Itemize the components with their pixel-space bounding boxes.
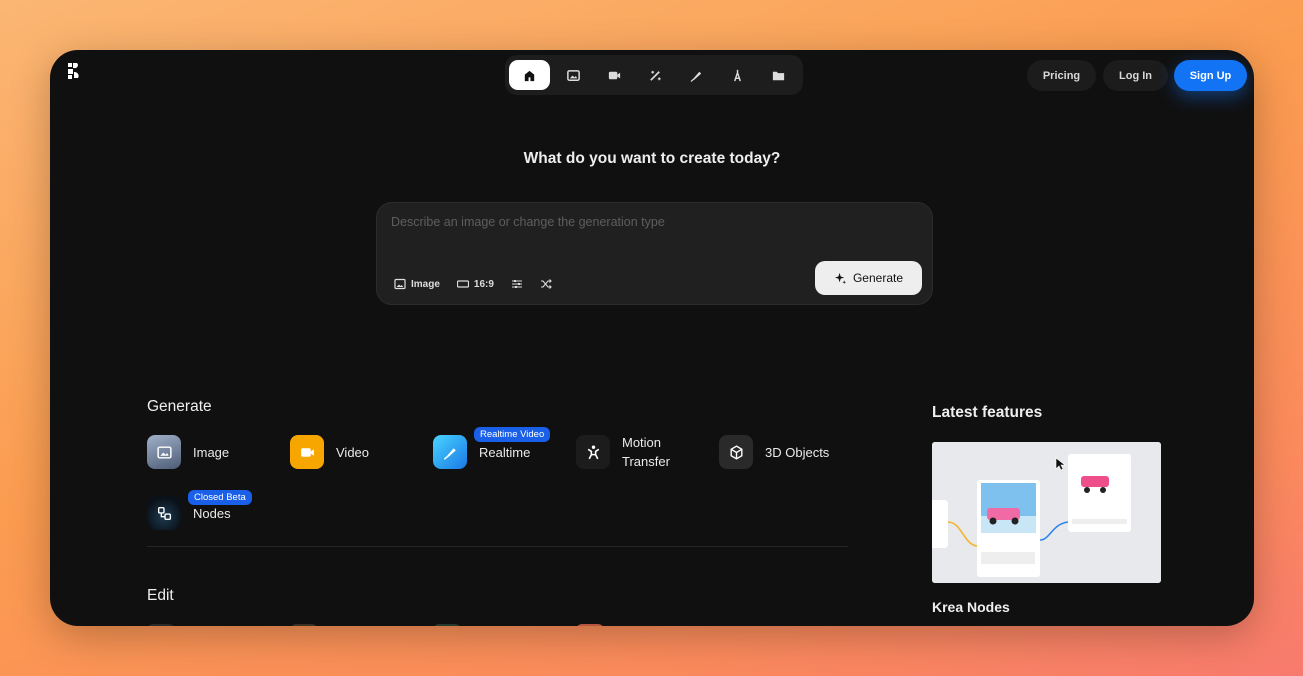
pricing-button[interactable]: Pricing (1027, 60, 1096, 91)
nav-assets[interactable] (760, 60, 796, 90)
wand-icon (649, 70, 661, 81)
prompt-input[interactable] (391, 215, 911, 245)
aspect-ratio-icon (456, 280, 469, 288)
tool-3d-objects[interactable]: 3D Objects (719, 435, 829, 469)
section-divider (147, 546, 848, 547)
generation-type-selector[interactable]: Image (394, 278, 440, 290)
login-button[interactable]: Log In (1103, 60, 1168, 91)
signup-button[interactable]: Sign Up (1174, 60, 1247, 91)
prompt-toolbar: Image 16:9 (394, 278, 569, 290)
generate-section-title: Generate (147, 398, 212, 415)
motion-transfer-tool-icon (576, 435, 610, 469)
aspect-ratio-selector[interactable]: 16:9 (456, 278, 494, 290)
krea-logo[interactable] (66, 62, 80, 80)
cube-tool-icon (719, 435, 753, 469)
tool-label: Nodes (193, 505, 231, 521)
nav-video[interactable] (596, 60, 632, 90)
edit-section-title: Edit (147, 587, 174, 604)
nodes-tool-icon (147, 496, 181, 530)
video-icon (608, 71, 620, 79)
sliders-icon (511, 280, 522, 288)
closed-beta-badge: Closed Beta (188, 490, 252, 505)
realtime-video-badge: Realtime Video (474, 427, 551, 442)
video-tool-icon (290, 435, 324, 469)
feature-name[interactable]: Krea Nodes (932, 599, 1010, 615)
feature-preview-card[interactable] (932, 442, 1161, 583)
latest-features-title: Latest features (932, 404, 1043, 421)
tool-motion-transfer[interactable]: Motion Transfer (576, 433, 682, 471)
folder-icon (772, 71, 784, 80)
edit-tool-icon-peek (290, 624, 318, 626)
nav-image[interactable] (555, 60, 591, 90)
prompt-box: Image 16:9 Generate (376, 202, 933, 305)
edit-tool-icon-peek (433, 624, 461, 626)
shuffle-icon (540, 279, 552, 289)
image-icon (566, 69, 580, 81)
nav-train[interactable] (719, 60, 755, 90)
aspect-ratio-label: 16:9 (473, 278, 494, 290)
tool-video[interactable]: Video (290, 435, 369, 469)
page-headline: What do you want to create today? (523, 150, 781, 167)
generate-button[interactable]: Generate (815, 261, 922, 295)
image-tool-icon (147, 435, 181, 469)
home-icon (524, 70, 535, 81)
image-icon (394, 278, 406, 290)
tool-label: Image (193, 444, 230, 460)
nav-realtime[interactable] (678, 60, 714, 90)
tool-label: Realtime (479, 444, 531, 460)
realtime-tool-icon (433, 435, 467, 469)
settings-button[interactable] (511, 278, 523, 290)
nav-home[interactable] (509, 60, 550, 90)
randomize-button[interactable] (540, 278, 552, 290)
app-window: Pricing Log In Sign Up What do you want … (50, 50, 1254, 626)
generation-type-label: Image (411, 278, 440, 290)
sparkle-icon (834, 272, 847, 284)
tool-label: 3D Objects (765, 444, 830, 460)
nav-enhance[interactable] (637, 60, 673, 90)
brush-icon (690, 71, 701, 82)
tool-label: Video (336, 444, 370, 460)
main-nav (505, 55, 803, 95)
tool-image[interactable]: Image (147, 435, 229, 469)
tool-label: Motion Transfer (622, 435, 670, 469)
nodes-preview-illustration (932, 442, 1161, 583)
edit-tool-icon-peek (576, 624, 604, 626)
edit-tool-icon-peek (147, 624, 175, 626)
compass-icon (733, 69, 741, 81)
generate-label: Generate (852, 271, 904, 285)
